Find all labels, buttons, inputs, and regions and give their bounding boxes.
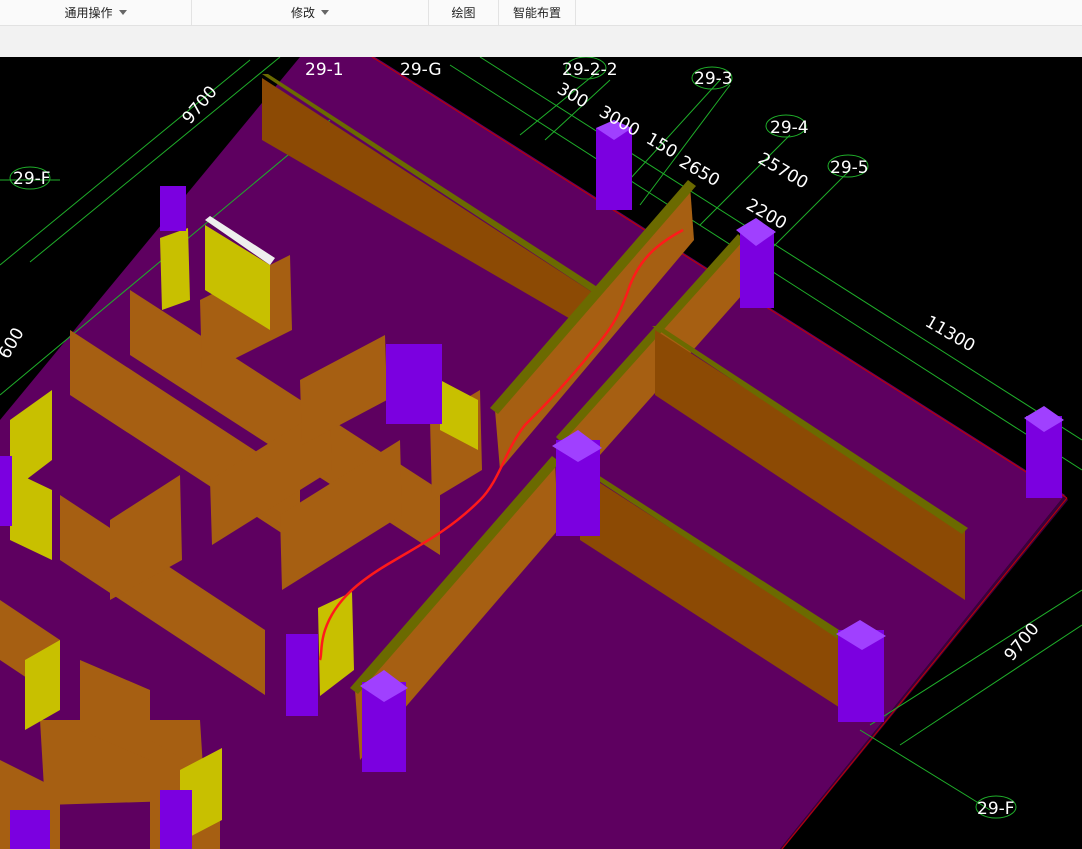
axis-label-29-f-left: 29-F — [13, 169, 51, 189]
column-room — [10, 810, 50, 849]
toolbar-group-smart-layout[interactable]: 智能布置 — [499, 0, 576, 25]
3d-model-canvas[interactable]: 9700 300 3000 150 2650 25700 2200 11300 … — [0, 57, 1082, 849]
dimension-9700-right: 9700 — [1001, 619, 1044, 665]
axis-label-29-4: 29-4 — [770, 118, 809, 138]
axis-label-29-g: 29-G — [400, 60, 442, 80]
dimension-150: 150 — [643, 129, 681, 163]
3d-viewport[interactable]: 9700 300 3000 150 2650 25700 2200 11300 … — [0, 57, 1082, 849]
column-room — [160, 186, 186, 231]
column-room — [0, 456, 12, 526]
axis-label-29-3: 29-3 — [694, 69, 733, 89]
toolbar-group-modify-label: 修改 — [290, 6, 315, 20]
toolbar-group-smart-layout-label: 智能布置 — [512, 6, 561, 20]
toolbar-group-draw[interactable]: 绘图 — [429, 0, 499, 25]
column-room — [160, 790, 192, 849]
toolbar-group-common-ops[interactable]: 通用操作 — [0, 0, 192, 25]
axis-label-29-5: 29-5 — [830, 158, 869, 178]
window-panel — [160, 228, 190, 310]
dimension-25700: 25700 — [755, 149, 812, 193]
toolbar-group-modify[interactable]: 修改 — [192, 0, 429, 25]
ribbon-panel — [0, 26, 1082, 58]
chevron-down-icon — [118, 10, 127, 15]
column-top-center — [596, 128, 632, 210]
toolbar-group-common-ops-label: 通用操作 — [64, 6, 113, 20]
toolbar-group-draw-label: 绘图 — [451, 6, 476, 20]
axis-label-29-1: 29-1 — [305, 60, 344, 80]
toolbar: 通用操作 修改 绘图 智能布置 — [0, 0, 1082, 26]
axis-label-29-f-bottom: 29-F — [977, 799, 1015, 819]
dimension-11300: 11300 — [922, 312, 979, 356]
column-room — [386, 344, 442, 424]
dimension-600: 600 — [0, 324, 29, 362]
axis-label-29-2-2: 29-2-2 — [562, 60, 618, 80]
dimension-2650: 2650 — [676, 152, 723, 191]
chevron-down-icon — [321, 10, 329, 15]
column-room — [286, 634, 318, 716]
